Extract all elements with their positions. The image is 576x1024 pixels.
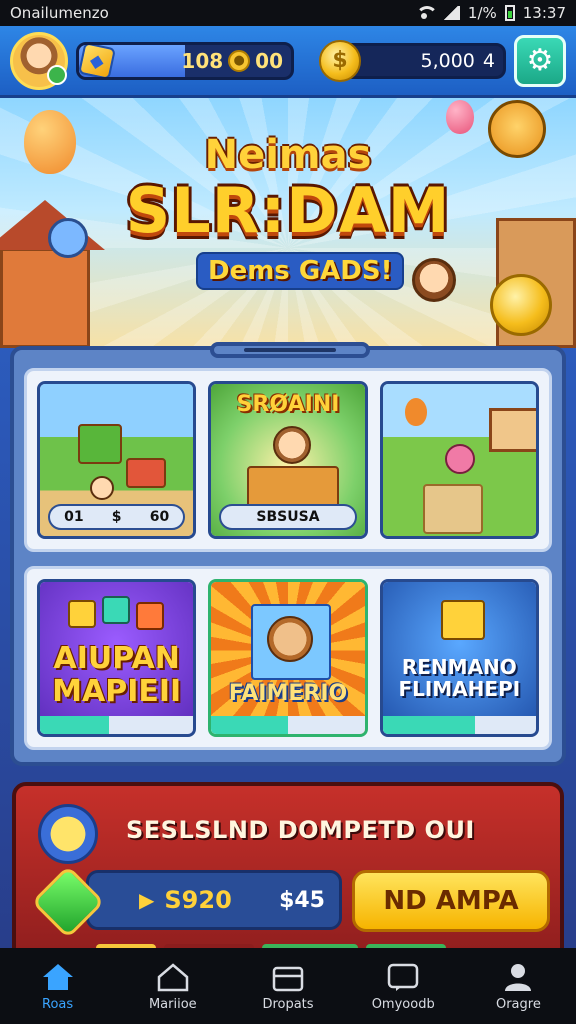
hero-subtitle: Dems GADS! xyxy=(196,252,405,290)
signal-icon xyxy=(441,6,460,20)
card-village[interactable]: 01 $ 60 xyxy=(37,381,197,539)
aiupan-title: AIUPAN MAPIEII xyxy=(40,642,193,708)
card-faimerio[interactable]: FAIMERIO xyxy=(208,579,368,737)
aiupan-progress-fill xyxy=(40,716,109,734)
battery-percent: 1/% xyxy=(467,4,497,22)
garden-house xyxy=(488,408,536,452)
gear-icon: ⚙ xyxy=(526,43,554,78)
puzzle-tile xyxy=(102,596,130,624)
nav-label-map: Mariioe xyxy=(148,996,197,1012)
renmano-progress-fill xyxy=(382,716,475,734)
top-hud: ◆ 108 ● 00 $ 5,000 4 ⚙ xyxy=(0,26,576,98)
panel-handle[interactable] xyxy=(210,342,370,358)
village-stats-pill: 01 $ 60 xyxy=(48,504,186,530)
crafting-pill: SBSUSA xyxy=(219,504,357,530)
village-pill-right: 60 xyxy=(149,509,170,525)
card-aiupan[interactable]: AIUPAN MAPIEII xyxy=(37,579,197,737)
star-badge-icon xyxy=(38,804,98,864)
gem-count-value: 108 xyxy=(181,48,224,73)
house-left xyxy=(0,248,90,348)
coin-count-value: 5,000 xyxy=(420,49,475,72)
chest-block xyxy=(247,466,340,508)
nav-label-home: Roas xyxy=(42,996,74,1012)
player-avatar[interactable] xyxy=(10,31,68,90)
villager-character xyxy=(90,476,114,500)
home-icon xyxy=(40,961,76,993)
aiupan-line1: AIUPAN xyxy=(53,641,180,676)
gem-icon: ◆ xyxy=(79,44,116,77)
gem-count-suffix: 00 xyxy=(255,48,283,73)
play-arrow-icon: ▶ xyxy=(139,888,155,912)
nav-item-home[interactable]: Roas xyxy=(0,948,115,1024)
promo-title: SESLSLND DOMPETD OUI xyxy=(126,816,475,844)
promo-amount: S920 xyxy=(164,886,232,914)
nav-label-messages: Omyoodb xyxy=(371,996,435,1012)
block-red xyxy=(126,458,166,488)
profile-icon xyxy=(500,961,536,993)
bear-character xyxy=(267,616,314,662)
status-time: 13:37 xyxy=(522,4,566,22)
nav-item-profile[interactable]: Oragre xyxy=(461,948,576,1024)
carrier-name: Onailumenzo xyxy=(10,4,109,22)
chat-icon xyxy=(385,961,421,993)
boy-character xyxy=(412,258,456,302)
gem-counter[interactable]: ◆ 108 ● 00 xyxy=(76,41,294,80)
game-modes-panel: 01 $ 60 SRØAINI SBSUSA AIUPAN MAPIEII FA… xyxy=(10,342,566,766)
coin-icon: $ xyxy=(319,39,361,82)
balloon-icon xyxy=(404,398,427,426)
small-coin-icon: ● xyxy=(228,49,251,72)
map-icon xyxy=(155,961,191,993)
hero-banner[interactable]: Neimas SLR:DAM Dems GADS! xyxy=(0,98,576,348)
nav-label-profile: Oragre xyxy=(495,996,541,1012)
coin-counter[interactable]: $ 5,000 4 xyxy=(319,39,506,82)
hero-title-line2: SLR:DAM xyxy=(125,174,451,247)
nav-item-drops[interactable]: Dropats xyxy=(230,948,345,1024)
puzzle-tile xyxy=(68,600,96,628)
faimerio-progress-bar xyxy=(211,716,365,734)
nav-label-drops: Dropats xyxy=(262,996,314,1012)
battery-icon xyxy=(504,5,515,21)
renmano-line2: FLIMAHEPI xyxy=(398,677,521,701)
cards-row-top: 01 $ 60 SRØAINI SBSUSA xyxy=(24,368,552,552)
nav-item-map[interactable]: Mariioe xyxy=(115,948,230,1024)
crafting-pill-text: SBSUSA xyxy=(256,509,320,525)
status-bar: Onailumenzo 1/% 13:37 xyxy=(0,0,576,26)
box-icon xyxy=(270,961,306,993)
status-icons: 1/% 13:37 xyxy=(414,4,566,22)
cards-row-bottom: AIUPAN MAPIEII FAIMERIO RENMANO FLIMAHEP… xyxy=(24,566,552,750)
block-green xyxy=(78,424,122,464)
card-crafting[interactable]: SRØAINI SBSUSA xyxy=(208,381,368,539)
bottom-navigation: Roas Mariioe Dropats Omyoodb Oragre xyxy=(0,948,576,1024)
garden-path xyxy=(422,484,483,534)
renmano-progress-bar xyxy=(382,716,536,734)
renmano-title: RENMANO FLIMAHEPI xyxy=(383,656,536,700)
promo-amount-alt: $45 xyxy=(279,887,325,913)
settings-button[interactable]: ⚙ xyxy=(514,34,566,87)
renmano-line1: RENMANO xyxy=(401,655,517,679)
nav-item-messages[interactable]: Omyoodb xyxy=(346,948,461,1024)
faimerio-progress-fill xyxy=(211,716,288,734)
aiupan-line2: MAPIEII xyxy=(52,674,182,709)
game-screen: Onailumenzo 1/% 13:37 ◆ 108 ● 00 $ 5,000… xyxy=(0,0,576,1024)
pink-creature xyxy=(444,444,475,474)
faimerio-label: FAIMERIO xyxy=(228,681,348,706)
coin-icon xyxy=(490,274,552,336)
promo-panel: SESLSLND DOMPETD OUI ▶ S920 $45 ND AMPA xyxy=(12,782,564,972)
gem-count: 108 ● 00 xyxy=(181,49,283,73)
puzzle-tile xyxy=(136,602,164,630)
hero-title-line1: Neimas xyxy=(204,132,372,178)
village-pill-currency: $ xyxy=(111,509,122,525)
village-pill-left: 01 xyxy=(64,509,84,525)
promo-amount-field[interactable]: ▶ S920 $45 xyxy=(86,870,342,930)
crafting-title: SRØAINI xyxy=(236,392,340,417)
card-garden[interactable] xyxy=(379,381,539,539)
card-renmano[interactable]: RENMANO FLIMAHEPI xyxy=(379,579,539,737)
balloon-icon xyxy=(446,100,474,134)
coin-count: 5,000 4 xyxy=(421,50,496,72)
wifi-icon xyxy=(414,6,438,20)
aiupan-progress-bar xyxy=(40,716,194,734)
promo-action-button[interactable]: ND AMPA xyxy=(352,870,550,932)
trophy-block xyxy=(440,600,485,640)
coin-count-suffix: 4 xyxy=(482,49,495,72)
